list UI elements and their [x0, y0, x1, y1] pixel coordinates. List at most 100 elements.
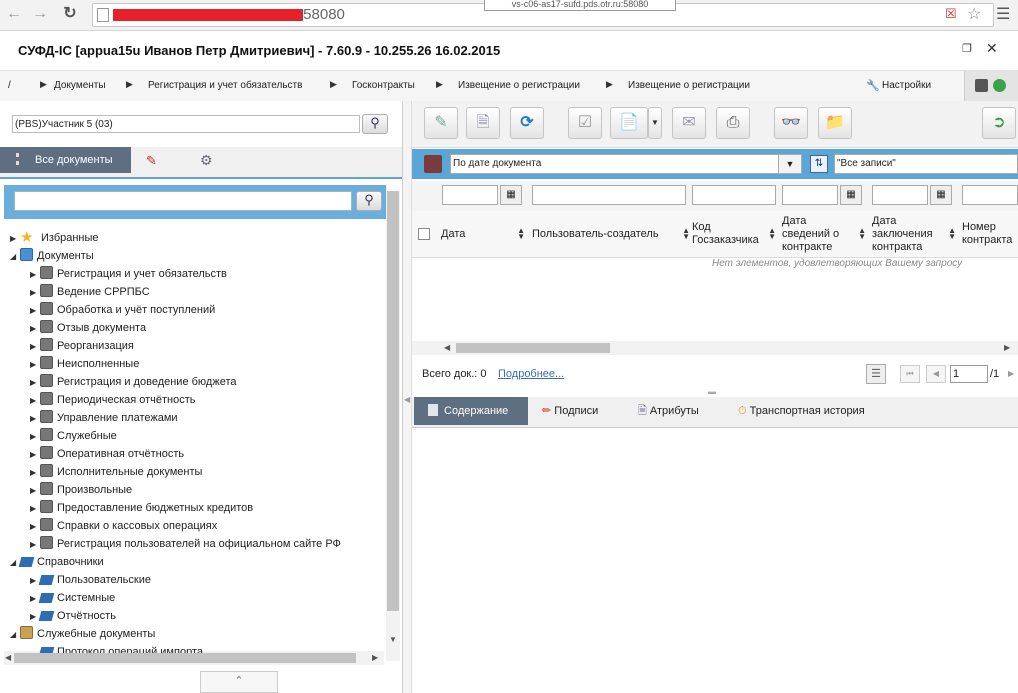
- expand-arrow-icon[interactable]: ▶: [30, 500, 40, 518]
- table-horizontal-scroll-thumb[interactable]: [456, 343, 610, 353]
- settings-link[interactable]: Настройки: [882, 80, 931, 91]
- breadcrumb-item[interactable]: Документы: [54, 80, 106, 91]
- splitter-handle-icon[interactable]: ◀: [404, 395, 410, 404]
- collapse-arrow-icon[interactable]: ◢: [10, 248, 20, 266]
- preview-button[interactable]: 👓: [774, 107, 808, 139]
- expand-arrow-icon[interactable]: ▶: [30, 536, 40, 554]
- edit-doc-icon[interactable]: ✎: [146, 153, 157, 169]
- org-search-button[interactable]: ⚲: [362, 114, 388, 134]
- forward-arrow-icon[interactable]: →: [30, 4, 50, 24]
- next-page-icon[interactable]: ▶: [1008, 369, 1014, 378]
- reload-icon[interactable]: ↻: [60, 4, 80, 24]
- filter-date-input[interactable]: [442, 185, 498, 205]
- expand-arrow-icon[interactable]: ▶: [30, 374, 40, 392]
- tree-item[interactable]: ▶ Отчётность: [30, 607, 116, 625]
- tree-item[interactable]: ▶ Оперативная отчётность: [30, 445, 184, 463]
- create-doc-button[interactable]: ✎: [424, 107, 458, 139]
- tab-transport-history[interactable]: ⏱ Транспортная история: [738, 397, 865, 425]
- tree-item[interactable]: ▶ ★ Избранные: [10, 229, 99, 247]
- tree-item[interactable]: ▶ Ведение СРРПБС: [30, 283, 150, 301]
- expand-arrow-icon[interactable]: ▶: [10, 230, 20, 248]
- expand-arrow-icon[interactable]: ▶: [30, 284, 40, 302]
- expand-arrow-icon[interactable]: ▶: [30, 464, 40, 482]
- scroll-right-icon[interactable]: ▶: [1004, 343, 1010, 352]
- tree-search-button[interactable]: ⚲: [356, 191, 382, 211]
- tab-attributes[interactable]: 🗎 Атрибуты: [638, 397, 699, 425]
- collapse-arrow-icon[interactable]: ◢: [10, 626, 20, 644]
- collapse-panel-button[interactable]: ⌃: [200, 671, 278, 693]
- view-doc-button[interactable]: 🗎: [466, 107, 500, 139]
- expand-arrow-icon[interactable]: ▶: [30, 446, 40, 464]
- first-page-button[interactable]: ⏮: [900, 365, 920, 383]
- filter-customer-code-input[interactable]: [692, 185, 776, 205]
- tree-item[interactable]: ▶ Управление платежами: [30, 409, 178, 427]
- tree-item[interactable]: ▶ Предоставление бюджетных кредитов: [30, 499, 253, 517]
- tree-item[interactable]: ◢ Документы: [10, 247, 94, 265]
- filter-info-date-input[interactable]: [782, 185, 838, 205]
- tree-item[interactable]: ◢ Справочники: [10, 553, 104, 571]
- tree-item[interactable]: ▶ Системные: [30, 589, 115, 607]
- select-all-checkbox[interactable]: [418, 228, 430, 240]
- menu-icon[interactable]: ☰: [996, 4, 1010, 24]
- column-header-conclusion-date[interactable]: Дата заключения контракта ▲ ▼: [872, 211, 956, 257]
- tree-vertical-scroll-thumb[interactable]: [387, 191, 399, 611]
- breadcrumb-item[interactable]: Госконтракты: [352, 80, 415, 91]
- expand-arrow-icon[interactable]: ▶: [30, 320, 40, 338]
- expand-arrow-icon[interactable]: ▶: [30, 338, 40, 356]
- close-icon[interactable]: ✕: [986, 40, 998, 57]
- scroll-left-icon[interactable]: ◀: [444, 343, 450, 352]
- restore-icon[interactable]: ❐: [962, 42, 972, 55]
- page-number-input[interactable]: 1: [950, 365, 988, 383]
- export-button[interactable]: 📄: [610, 107, 648, 139]
- tab-all-documents[interactable]: Все документы: [0, 147, 131, 173]
- filter-user-input[interactable]: [532, 185, 686, 205]
- bookmark-star-icon[interactable]: ☆: [967, 4, 981, 24]
- tab-content[interactable]: Содержание: [414, 397, 528, 425]
- column-header-date[interactable]: Дата ▲ ▼: [441, 211, 525, 257]
- tree-item[interactable]: Протокол операций импорта: [30, 643, 203, 653]
- breadcrumb-item[interactable]: Извещение о регистрации: [628, 80, 750, 91]
- previous-page-button[interactable]: ◀: [926, 365, 946, 383]
- filter-conclusion-date-input[interactable]: [872, 185, 928, 205]
- column-header-customer-code[interactable]: Код Госзаказчика ▲ ▼: [692, 211, 776, 257]
- filter-contract-number-input[interactable]: [962, 185, 1018, 205]
- tree-item[interactable]: ▶ Периодическая отчётность: [30, 391, 196, 409]
- exit-button[interactable]: ➲: [982, 107, 1016, 139]
- export-dropdown-button[interactable]: ▼: [648, 107, 662, 139]
- calendar-icon[interactable]: ▦: [930, 185, 952, 205]
- blocked-popup-icon[interactable]: ☒: [945, 6, 957, 22]
- scroll-left-icon[interactable]: ◀: [5, 653, 11, 662]
- send-button[interactable]: ✉: [672, 107, 706, 139]
- tree-item[interactable]: ▶ Регистрация и доведение бюджета: [30, 373, 237, 391]
- tree-item[interactable]: ▶ Служебные: [30, 427, 117, 445]
- tab-signatures[interactable]: ✏ Подписи: [542, 397, 598, 425]
- monitor-icon[interactable]: [975, 79, 988, 92]
- tree-item[interactable]: ▶ Неисполненные: [30, 355, 139, 373]
- breadcrumb-item[interactable]: Регистрация и учет обязательств: [148, 80, 302, 91]
- details-link[interactable]: Подробнее...: [498, 368, 564, 380]
- column-header-contract-number[interactable]: Номер контракта: [962, 211, 1018, 257]
- tree-item[interactable]: ◢ Служебные документы: [10, 625, 155, 643]
- tree-item[interactable]: ▶ Отзыв документа: [30, 319, 146, 337]
- tree-item[interactable]: ▶ Регистрация и учет обязательств: [30, 265, 227, 283]
- scroll-right-icon[interactable]: ▶: [372, 653, 378, 662]
- scroll-down-icon[interactable]: ▼: [389, 635, 397, 644]
- breadcrumb-item[interactable]: Извещение о регистрации: [458, 80, 580, 91]
- tree-item[interactable]: ▶ Регистрация пользователей на официально…: [30, 535, 341, 553]
- tree-item[interactable]: ▶ Реорганизация: [30, 337, 134, 355]
- expand-arrow-icon[interactable]: ▶: [30, 410, 40, 428]
- refresh-status-icon[interactable]: [993, 79, 1006, 92]
- expand-arrow-icon[interactable]: ▶: [30, 356, 40, 374]
- calendar-icon[interactable]: ▦: [500, 185, 522, 205]
- calendar-icon[interactable]: ▦: [840, 185, 862, 205]
- filter-select[interactable]: "Все записи": [834, 154, 1018, 174]
- gear-icon[interactable]: ⚙: [200, 152, 213, 169]
- sort-direction-icon[interactable]: ⇅: [810, 155, 828, 173]
- list-view-icon[interactable]: ☰: [866, 364, 886, 384]
- sign-button[interactable]: ☑: [568, 107, 602, 139]
- import-button[interactable]: 📁: [818, 107, 852, 139]
- print-button[interactable]: ⎙: [716, 107, 750, 139]
- column-header-user[interactable]: Пользователь-создатель ▲ ▼: [532, 211, 690, 257]
- breadcrumb-root[interactable]: /: [8, 80, 11, 91]
- sort-dropdown-button[interactable]: ▼: [778, 155, 801, 173]
